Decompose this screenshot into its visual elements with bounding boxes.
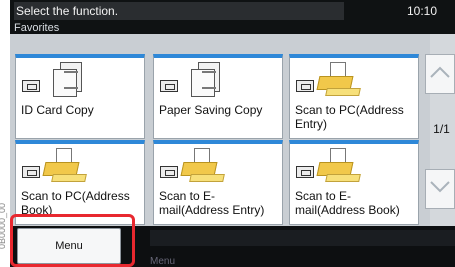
side-code-label: 0B0000_00 (0, 202, 7, 249)
scan-mode-badge (296, 80, 314, 92)
scan-mode-badge (160, 166, 178, 178)
status-message: Select the function. (14, 2, 344, 20)
scan-function-icon (158, 148, 278, 188)
clock: 10:10 (407, 4, 438, 18)
menu-highlight-frame (10, 214, 135, 267)
copy-function-icon (158, 62, 278, 102)
menu-title-strip (150, 230, 455, 246)
favorite-label: Scan to E-mail(Address Entry) (159, 189, 265, 217)
copy-mode-badge (22, 80, 40, 92)
favorite-tile-scan-to-email-address-book[interactable]: Scan to E-mail(Address Book) (289, 140, 419, 225)
chevron-down-icon (430, 181, 450, 193)
top-bar: Select the function. 10:10 Favorites (10, 0, 455, 34)
scan-envelope-icon (42, 148, 87, 182)
favorite-label: Scan to E-mail(Address Book) (295, 189, 400, 217)
scan-mode-badge (296, 166, 314, 178)
scroll-up-button[interactable] (425, 54, 455, 94)
chevron-up-icon (430, 66, 450, 78)
scan-envelope-icon (316, 148, 361, 182)
page-indicator: 1/1 (433, 122, 450, 136)
copy-mode-badge (160, 80, 178, 92)
scan-envelope-icon (180, 148, 225, 182)
favorite-tile-scan-to-email-address-entry[interactable]: Scan to E-mail(Address Entry) (153, 140, 283, 225)
favorites-panel: ID Card Copy Paper Saving Copy Scan to P… (10, 34, 455, 226)
favorite-tile-id-card-copy[interactable]: ID Card Copy (15, 54, 145, 139)
scan-function-icon (20, 148, 140, 188)
menu-caption: Menu (150, 256, 176, 267)
scroll-down-button[interactable] (425, 169, 455, 209)
screen-title: Favorites (14, 22, 60, 34)
favorite-tile-paper-saving-copy[interactable]: Paper Saving Copy (153, 54, 283, 139)
scan-mode-badge (22, 166, 40, 178)
favorite-label: Scan to PC(Address Book) (21, 189, 130, 217)
scan-envelope-icon (316, 62, 361, 96)
favorite-tile-scan-to-pc-address-book[interactable]: Scan to PC(Address Book) (15, 140, 145, 225)
favorite-tile-scan-to-pc-address-entry[interactable]: Scan to PC(Address Entry) (289, 54, 419, 139)
scan-function-icon (294, 148, 414, 188)
scan-function-icon (294, 62, 414, 102)
favorite-label: Scan to PC(Address Entry) (295, 103, 404, 131)
panel-screen: Select the function. 10:10 Favorites ID … (10, 0, 455, 267)
favorite-label: ID Card Copy (21, 103, 94, 117)
document-icon (191, 62, 220, 97)
document-icon (53, 62, 82, 97)
copy-function-icon (20, 62, 140, 102)
favorite-label: Paper Saving Copy (159, 103, 263, 117)
